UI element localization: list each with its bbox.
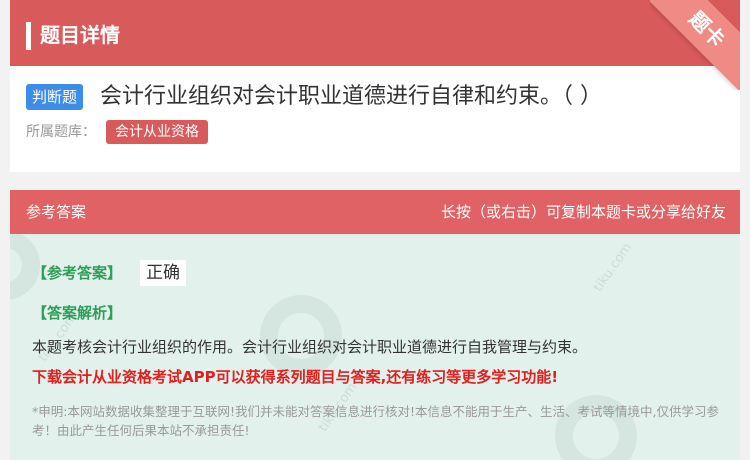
card-header: 题目详情 — [10, 0, 740, 66]
header-accent-bar — [26, 22, 31, 50]
corner-ribbon-label: 题卡 — [684, 6, 730, 52]
answer-value: 正确 — [140, 260, 186, 286]
question-card: 题目详情 题卡 判断题 会计行业组织对会计职业道德进行自律和约束。（ ） 所属题… — [10, 0, 740, 172]
corner-ribbon: 题卡 — [650, 0, 740, 90]
answer-panel: tiku.com tiku.com tiku.com 参考答案 长按（或右击）可… — [10, 190, 740, 460]
explanation-label: 【答案解析】 — [32, 304, 123, 322]
question-bank-tag[interactable]: 会计从业资格 — [106, 120, 208, 144]
question-text: 会计行业组织对会计职业道德进行自律和约束。（ ） — [100, 84, 602, 109]
question-type-badge: 判断题 — [26, 84, 84, 110]
disclaimer-notice: *申明:本网站数据收集整理于互联网!我们并未能对答案信息进行核对!本信息不能用于… — [32, 404, 719, 438]
app-download-promo[interactable]: 下载会计从业资格考试APP可以获得系列题目与答案,还有练习等更多学习功能! — [32, 366, 558, 388]
answer-section-title: 参考答案 — [26, 203, 87, 221]
explanation-text: 本题考核会计行业组织的作用。会计行业组织对会计职业道德进行自我管理与约束。 — [32, 338, 588, 356]
page-title: 题目详情 — [40, 23, 120, 47]
answer-header: 参考答案 长按（或右击）可复制本题卡或分享给好友 — [10, 190, 740, 234]
question-bank-label: 所属题库： — [26, 124, 96, 140]
question-card-corner-badge[interactable]: 题卡 — [650, 0, 740, 90]
answer-label: 【参考答案】 — [32, 264, 123, 282]
watermark-text: tiku.com — [590, 240, 636, 295]
question-row: 判断题 会计行业组织对会计职业道德进行自律和约束。（ ） — [26, 80, 726, 114]
copy-share-hint: 长按（或右击）可复制本题卡或分享给好友 — [440, 203, 726, 221]
